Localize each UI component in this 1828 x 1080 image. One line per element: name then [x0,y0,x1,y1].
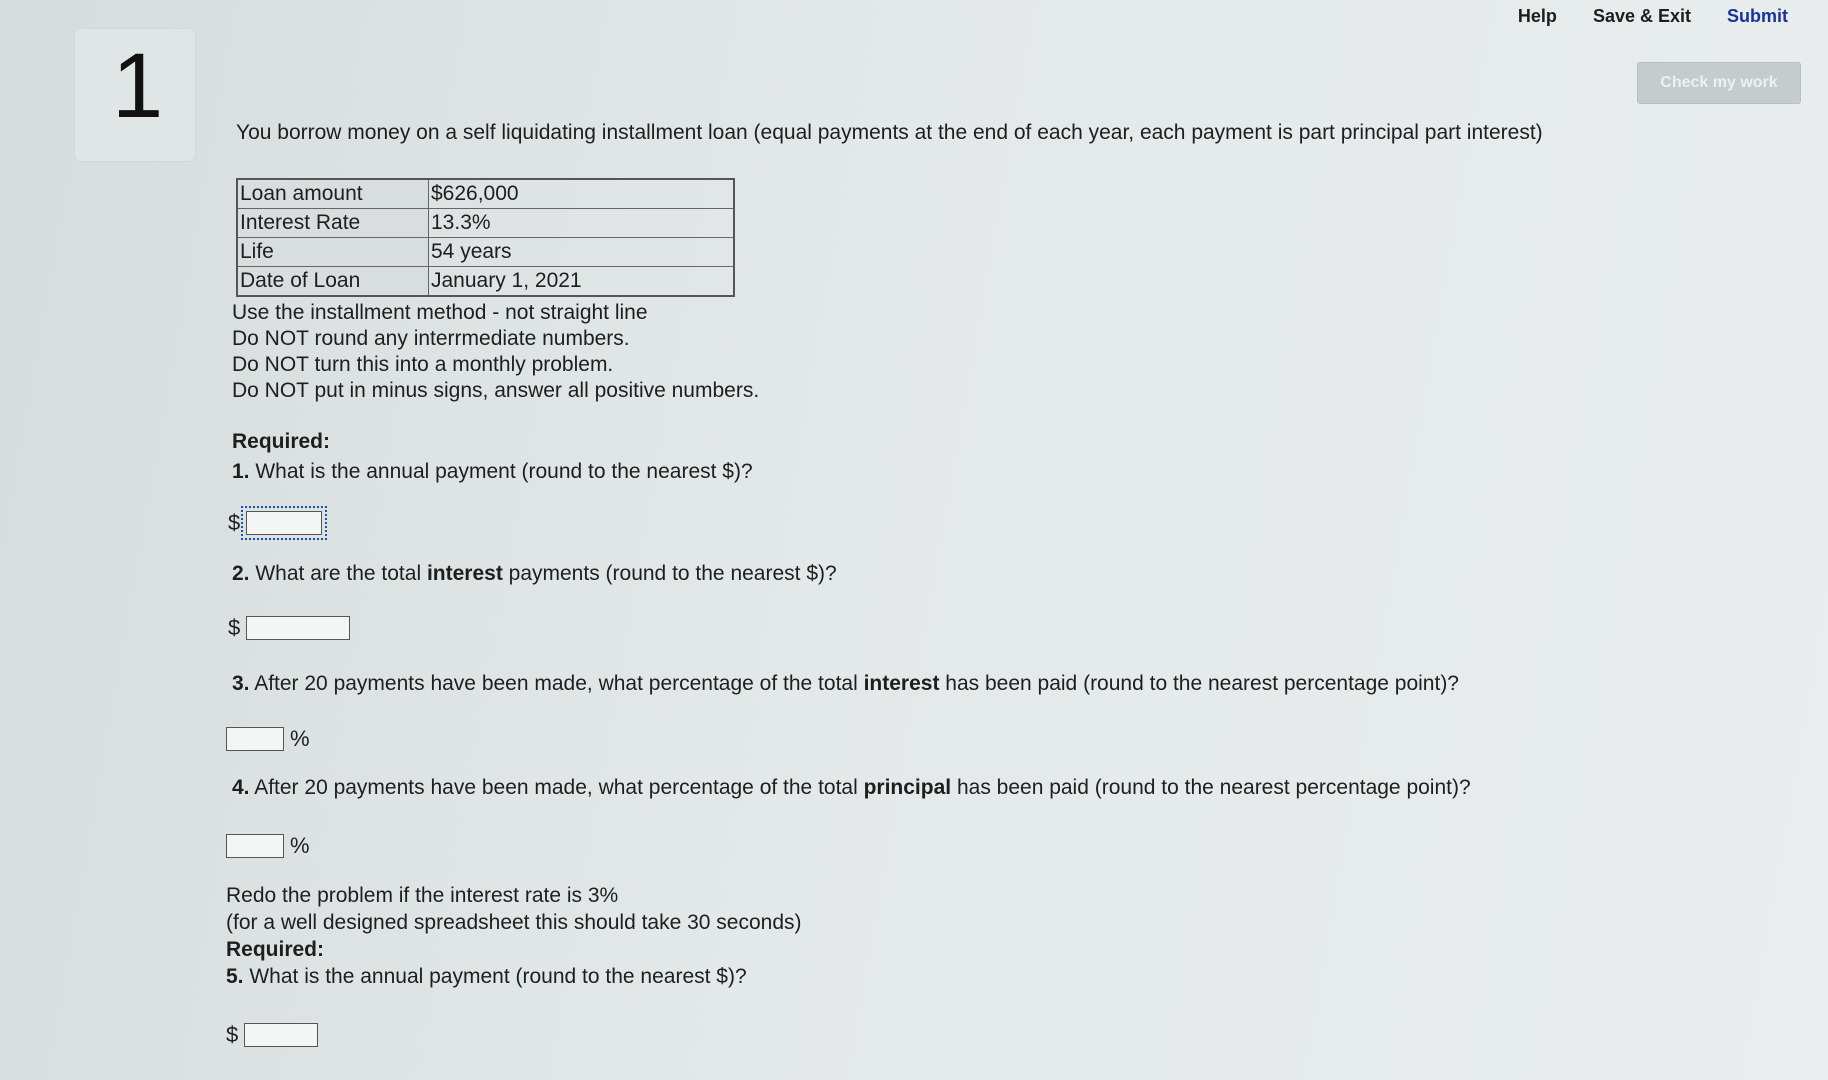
required-heading: Required: [232,430,331,453]
table-row: Loan amount $626,000 [236,178,735,209]
question-3-text-end: has been paid (round to the nearest perc… [939,672,1459,695]
instruction-line: Do NOT round any interrmediate numbers. [232,327,630,350]
dollar-sign: $ [228,510,241,535]
intro-text: You borrow money on a self liquidating i… [236,121,1543,144]
principal-paid-percent-input[interactable] [226,834,284,858]
question-4: 4. After 20 payments have been made, wha… [232,776,1471,800]
question-3-number: 3. [232,672,250,695]
loan-amount-value: $626,000 [428,178,735,209]
annual-payment-3pct-input[interactable] [244,1023,319,1047]
question-4-number: 4. [232,776,250,799]
question-5-text: What is the annual payment (round to the… [249,965,747,988]
question-1-number: 1. [232,460,250,483]
submit-link[interactable]: Submit [1727,6,1788,27]
question-4-emphasis: principal [863,776,952,799]
required-heading: Required: [226,938,325,961]
interest-rate-label: Interest Rate [236,208,429,238]
answer-1-row: $ [228,506,328,540]
total-interest-input[interactable] [246,616,351,640]
question-5-number: 5. [226,965,244,988]
question-5: 5. What is the annual payment (round to … [226,963,802,990]
table-row: Interest Rate 13.3% [236,208,735,238]
redo-section: Redo the problem if the interest rate is… [226,882,802,990]
dollar-sign: $ [226,1022,239,1047]
interest-rate-value: 13.3% [428,208,735,238]
question-2-emphasis: interest [426,562,503,585]
answer-5-row: $ [226,1022,319,1048]
question-3: 3. After 20 payments have been made, wha… [232,672,1459,696]
question-2-text: What are the total [255,562,427,585]
question-2: 2. What are the total interest payments … [232,562,837,586]
question-number: 1 [112,35,164,137]
help-link[interactable]: Help [1518,6,1557,27]
instruction-line: Do NOT turn this into a monthly problem. [232,353,614,376]
interest-paid-percent-input[interactable] [226,727,284,751]
instruction-line: Do NOT put in minus signs, answer all po… [232,379,760,402]
percent-sign: % [290,833,310,858]
answer-4-row: % [226,833,310,859]
redo-line-1: Redo the problem if the interest rate is… [226,884,619,907]
question-1-text: What is the annual payment (round to the… [255,460,753,483]
annual-payment-input[interactable] [241,506,328,540]
save-exit-link[interactable]: Save & Exit [1593,6,1691,27]
answer-2-row: $ [228,615,351,641]
life-value: 54 years [428,237,735,267]
answer-3-row: % [226,726,310,752]
question-2-number: 2. [232,562,250,585]
table-row: Life 54 years [236,237,735,267]
date-of-loan-value: January 1, 2021 [428,266,735,297]
instruction-line: Use the installment method - not straigh… [232,301,648,324]
question-4-text-end: has been paid (round to the nearest perc… [951,776,1471,799]
question-4-text: After 20 payments have been made, what p… [254,776,864,799]
loan-table: Loan amount $626,000 Interest Rate 13.3%… [236,178,735,297]
loan-amount-label: Loan amount [236,178,429,209]
question-2-text-end: payments (round to the nearest $)? [502,562,837,585]
check-my-work-button[interactable]: Check my work [1637,62,1801,104]
table-row: Date of Loan January 1, 2021 [236,266,735,297]
question-3-text: After 20 payments have been made, what p… [249,672,864,695]
life-label: Life [236,237,429,267]
question-1: 1. What is the annual payment (round to … [232,460,753,484]
question-3-emphasis: interest [863,672,940,695]
redo-line-2: (for a well designed spreadsheet this sh… [226,911,802,934]
date-of-loan-label: Date of Loan [236,266,429,297]
percent-sign: % [290,726,310,751]
instructions: Use the installment method - not straigh… [232,300,759,404]
dollar-sign: $ [228,615,241,640]
top-nav: Help Save & Exit Submit [1518,6,1788,27]
